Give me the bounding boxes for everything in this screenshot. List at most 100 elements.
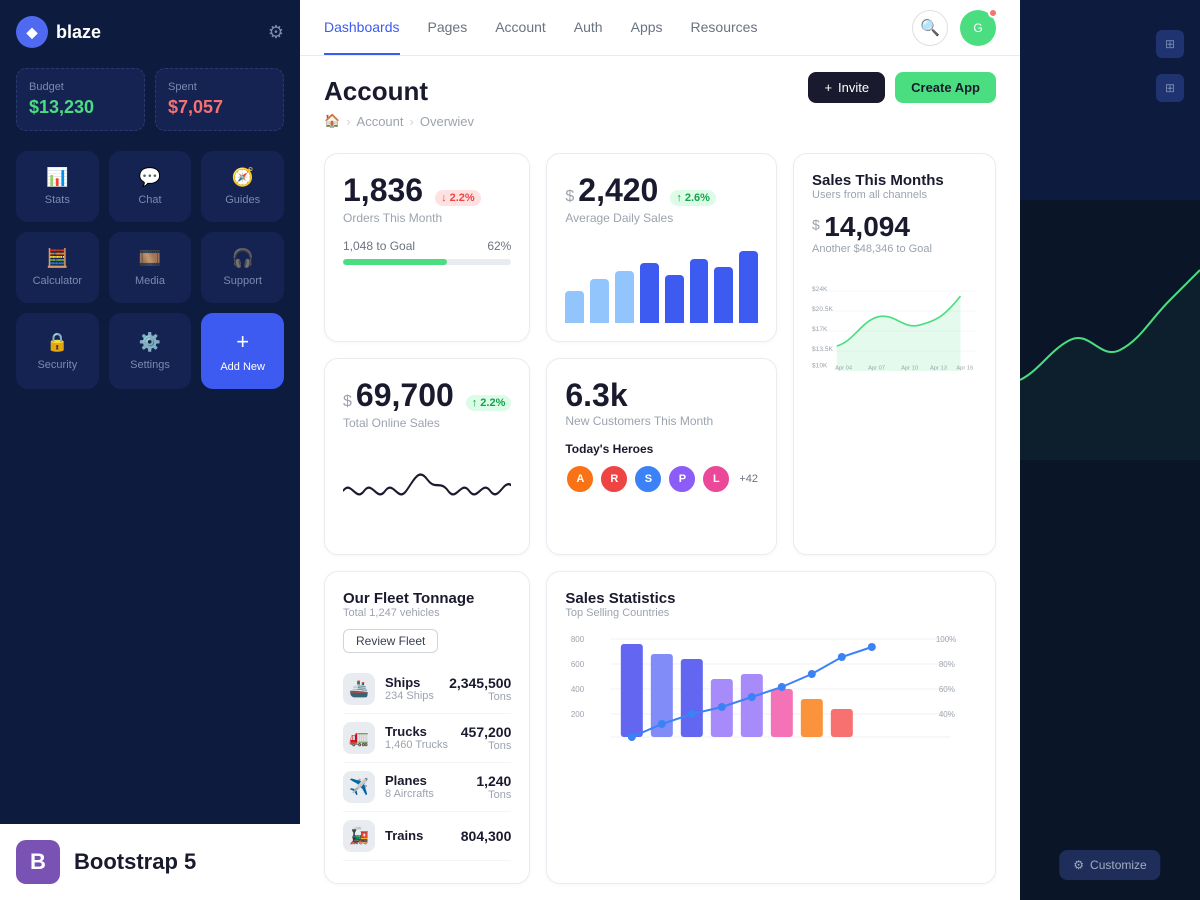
svg-text:200: 200 (571, 710, 585, 719)
planes-tons: 1,240 (476, 773, 511, 789)
trucks-unit: Tons (461, 740, 512, 752)
customize-button[interactable]: ⚙ Customize (1059, 850, 1160, 880)
orders-change-arrow: ↓ (441, 192, 447, 204)
hero-3: S (633, 464, 663, 494)
menu-icon[interactable]: ⚙ (268, 22, 284, 43)
bootstrap-badge: B Bootstrap 5 (0, 824, 300, 900)
top-nav-right: 🔍 G (912, 10, 996, 46)
online-sales-badge: ↑ 2.2% (466, 395, 512, 411)
svg-text:$10K: $10K (812, 363, 828, 370)
daily-sales-arrow: ↑ (676, 192, 682, 204)
settings-label: Settings (130, 359, 170, 371)
sales-goal: Another $48,346 to Goal (812, 243, 977, 255)
hero-1: A (565, 464, 595, 494)
orders-value: 1,836 (343, 172, 423, 209)
progress-bar-fill (343, 259, 447, 265)
tab-account[interactable]: Account (495, 1, 546, 55)
tab-apps[interactable]: Apps (631, 1, 663, 55)
invite-label: Invite (838, 80, 869, 95)
search-button[interactable]: 🔍 (912, 10, 948, 46)
new-customers-label: New Customers This Month (565, 414, 758, 428)
breadcrumb-sep-1: › (346, 114, 350, 129)
new-customers-card: 6.3k New Customers This Month Today's He… (546, 358, 777, 554)
wave-chart (343, 456, 511, 526)
svg-text:Apr 13: Apr 13 (930, 365, 947, 371)
breadcrumb-home[interactable]: 🏠 (324, 113, 340, 129)
right-panel: ⊞ ⊞ ⚙ Customize (1020, 0, 1200, 900)
svg-text:80%: 80% (939, 660, 955, 669)
rp-icon-2[interactable]: ⊞ (1156, 74, 1184, 102)
tab-dashboards[interactable]: Dashboards (324, 1, 400, 55)
hero-5: L (701, 464, 731, 494)
user-avatar[interactable]: G (960, 10, 996, 46)
svg-text:60%: 60% (939, 685, 955, 694)
sales-stats-title: Sales Statistics (565, 590, 977, 607)
guides-icon: 🧭 (231, 167, 253, 188)
calculator-label: Calculator (33, 275, 83, 287)
main-content: Dashboards Pages Account Auth Apps Resou… (300, 0, 1020, 900)
hero-2: R (599, 464, 629, 494)
sales-month-value: 14,094 (824, 211, 910, 242)
breadcrumb-current: Overwiev (420, 114, 474, 129)
logo-text: blaze (56, 22, 101, 43)
sidebar-item-support[interactable]: 🎧 Support (201, 232, 284, 303)
guides-label: Guides (225, 194, 260, 206)
online-sales-prefix: $ (343, 393, 352, 411)
trucks-info: Trucks 1,460 Trucks (385, 724, 451, 751)
customize-icon: ⚙ (1073, 858, 1084, 872)
fleet-row-trains: 🚂 Trains 804,300 (343, 812, 511, 861)
budget-label: Budget (29, 81, 132, 93)
sidebar-logo: ◆ blaze (16, 16, 101, 48)
sidebar-item-settings[interactable]: ⚙️ Settings (109, 313, 192, 389)
top-nav: Dashboards Pages Account Auth Apps Resou… (300, 0, 1020, 56)
sidebar-item-stats[interactable]: 📊 Stats (16, 151, 99, 222)
breadcrumb-account[interactable]: Account (357, 114, 404, 129)
add-new-label: Add New (220, 361, 265, 373)
review-fleet-button[interactable]: Review Fleet (343, 629, 438, 653)
tab-resources[interactable]: Resources (691, 1, 758, 55)
fleet-row-trucks: 🚛 Trucks 1,460 Trucks 457,200 Tons (343, 714, 511, 763)
sidebar-item-calculator[interactable]: 🧮 Calculator (16, 232, 99, 303)
svg-text:400: 400 (571, 685, 585, 694)
svg-text:Apr 07: Apr 07 (868, 365, 885, 371)
planes-name: Planes (385, 773, 466, 788)
tab-auth[interactable]: Auth (574, 1, 603, 55)
fleet-card: Our Fleet Tonnage Total 1,247 vehicles R… (324, 571, 530, 884)
sidebar-item-media[interactable]: 🎞️ Media (109, 232, 192, 303)
sidebar: ◆ blaze ⚙ Budget $13,230 Spent $7,057 📊 … (0, 0, 300, 900)
sidebar-item-security[interactable]: 🔒 Security (16, 313, 99, 389)
fleet-row-planes: ✈️ Planes 8 Aircrafts 1,240 Tons (343, 763, 511, 812)
rp-icon-1[interactable]: ⊞ (1156, 30, 1184, 58)
logo-icon: ◆ (16, 16, 48, 48)
ships-icon: 🚢 (343, 673, 375, 705)
trucks-value: 457,200 Tons (461, 724, 512, 752)
online-sales-arrow: ↑ (472, 397, 478, 409)
spent-value: $7,057 (168, 97, 271, 118)
planes-info: Planes 8 Aircrafts (385, 773, 466, 800)
create-app-button[interactable]: Create App (895, 72, 996, 103)
trucks-tons: 457,200 (461, 724, 512, 740)
security-icon: 🔒 (46, 332, 68, 353)
online-sales-change: 2.2% (480, 397, 505, 409)
sales-line-chart: $24K $20.5K $17K $13.5K $10K Apr 04 Apr … (812, 271, 977, 371)
sidebar-item-chat[interactable]: 💬 Chat (109, 151, 192, 222)
trains-name: Trains (385, 828, 451, 843)
bar-6 (690, 259, 709, 323)
invite-button[interactable]: + Invite (808, 72, 885, 103)
breadcrumb-sep-2: › (410, 114, 414, 129)
sales-statistics-chart: 800 600 400 200 100% 80% 60% 40% (565, 629, 977, 749)
trains-icon: 🚂 (343, 820, 375, 852)
ships-unit: Tons (449, 691, 511, 703)
trucks-count: 1,460 Trucks (385, 739, 451, 751)
online-sales-card: $ 69,700 ↑ 2.2% Total Online Sales (324, 358, 530, 554)
fleet-title: Our Fleet Tonnage (343, 590, 511, 607)
ships-value: 2,345,500 Tons (449, 675, 511, 703)
bar-8 (739, 251, 758, 323)
svg-text:100%: 100% (936, 635, 956, 644)
progress-bar-bg (343, 259, 511, 265)
sidebar-item-guides[interactable]: 🧭 Guides (201, 151, 284, 222)
svg-text:Apr 04: Apr 04 (835, 365, 853, 371)
orders-change-badge: ↓ 2.2% (435, 190, 481, 206)
tab-pages[interactable]: Pages (428, 1, 468, 55)
sidebar-item-add-new[interactable]: + Add New (201, 313, 284, 389)
